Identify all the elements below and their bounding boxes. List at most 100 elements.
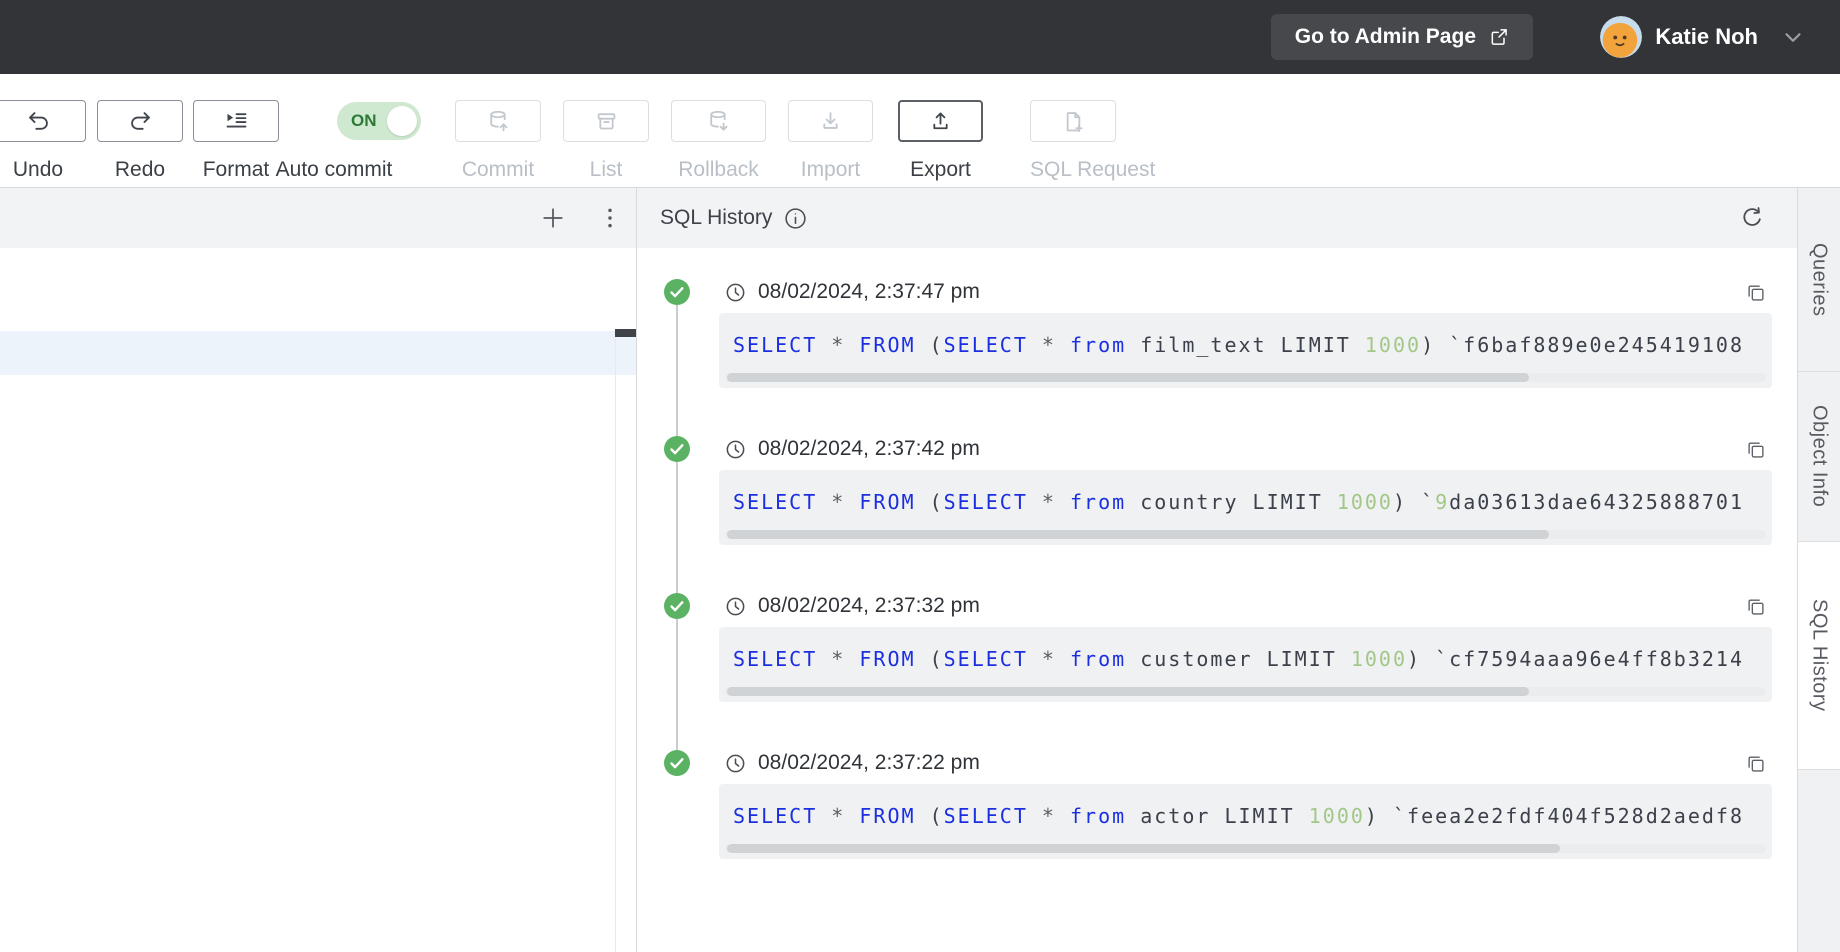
- clock-icon: [724, 752, 747, 775]
- left-panel-scrollbar-thumb[interactable]: [615, 329, 636, 337]
- success-check-icon: [663, 592, 691, 620]
- toggle-state-label: ON: [351, 111, 377, 131]
- user-avatar: [1600, 16, 1642, 58]
- clock-icon: [724, 595, 747, 618]
- toolbar-item-list: List: [563, 74, 649, 187]
- sql-history-title: SQL History: [660, 206, 772, 230]
- rollback-button: [671, 100, 766, 142]
- copy-icon[interactable]: [1745, 439, 1767, 461]
- query-scrollbar-track: [725, 373, 1766, 382]
- toggle-knob[interactable]: [387, 106, 417, 136]
- query-scrollbar-track: [725, 844, 1766, 853]
- toolbar-item-sql-request: SQL Request: [1030, 74, 1116, 187]
- tab-object-info[interactable]: Object Info: [1798, 372, 1840, 542]
- tab-label: SQL History: [1808, 599, 1831, 712]
- left-panel-header: [0, 188, 636, 248]
- query-box[interactable]: SELECT * FROM (SELECT * from customer LI…: [719, 627, 1772, 702]
- tab-sql-history[interactable]: SQL History: [1798, 542, 1840, 770]
- success-check-icon: [663, 435, 691, 463]
- toolbar: UndoRedoFormatONAuto commitCommitListRol…: [0, 74, 1840, 188]
- clock-icon: [724, 281, 747, 304]
- query-scrollbar-thumb[interactable]: [727, 687, 1529, 696]
- sql-history-list: 08/02/2024, 2:37:47 pm SELECT * FROM (SEL…: [637, 248, 1797, 952]
- chevron-down-icon: [1780, 24, 1806, 50]
- sql-request-icon: [1060, 108, 1087, 135]
- undo-icon: [25, 108, 52, 135]
- rollback-icon: [705, 108, 732, 135]
- toolbar-label-auto-commit: Auto commit: [267, 158, 401, 182]
- go-to-admin-page-button[interactable]: Go to Admin Page: [1271, 14, 1533, 60]
- toolbar-label-redo: Redo: [97, 158, 183, 182]
- info-icon[interactable]: [783, 206, 808, 231]
- redo-button[interactable]: [97, 100, 183, 142]
- commit-icon: [485, 108, 512, 135]
- format-icon: [223, 108, 250, 135]
- selected-row[interactable]: [0, 331, 636, 375]
- sql-history-entry: 08/02/2024, 2:37:22 pm SELECT * FROM (SEL…: [637, 719, 1797, 876]
- auto-commit-toggle[interactable]: ON: [337, 102, 421, 140]
- toolbar-item-rollback: Rollback: [671, 74, 766, 187]
- query-scrollbar-track: [725, 687, 1766, 696]
- clock-icon: [724, 438, 747, 461]
- query-box[interactable]: SELECT * FROM (SELECT * from actor LIMIT…: [719, 784, 1772, 859]
- sql-history-entry: 08/02/2024, 2:37:32 pm SELECT * FROM (SEL…: [637, 562, 1797, 719]
- query-text: SELECT * FROM (SELECT * from actor LIMIT…: [733, 804, 1772, 828]
- toolbar-item-auto-commit: ON Auto commit: [267, 74, 401, 187]
- sql-history-panel: SQL History 08/02/2024, 2:37:47 pm SELECT…: [637, 188, 1797, 952]
- success-check-icon: [663, 749, 691, 777]
- sql-request-button: [1030, 100, 1116, 142]
- left-panel: [0, 188, 637, 952]
- query-box[interactable]: SELECT * FROM (SELECT * from country LIM…: [719, 470, 1772, 545]
- tab-queries[interactable]: Queries: [1798, 188, 1840, 372]
- copy-icon[interactable]: [1745, 753, 1767, 775]
- sql-history-header: SQL History: [637, 188, 1797, 248]
- right-tab-strip: Queries Object Info SQL History: [1797, 188, 1840, 952]
- query-scrollbar-thumb[interactable]: [727, 373, 1529, 382]
- query-text: SELECT * FROM (SELECT * from country LIM…: [733, 490, 1772, 514]
- toolbar-label-import: Import: [788, 158, 873, 182]
- list-button: [563, 100, 649, 142]
- toolbar-item-export: Export: [898, 74, 983, 187]
- list-icon: [593, 108, 620, 135]
- app-screen: Go to Admin Page Katie Noh: [0, 0, 1840, 952]
- external-link-icon: [1489, 27, 1509, 47]
- undo-button[interactable]: [0, 100, 86, 142]
- tab-label: Queries: [1808, 243, 1831, 317]
- toolbar-label-list: List: [563, 158, 649, 182]
- refresh-icon[interactable]: [1739, 205, 1765, 231]
- sql-history-entry: 08/02/2024, 2:37:42 pm SELECT * FROM (SEL…: [637, 405, 1797, 562]
- user-name: Katie Noh: [1655, 24, 1758, 50]
- left-panel-scrollbar-track: [615, 329, 616, 952]
- entry-timestamp: 08/02/2024, 2:37:47 pm: [758, 280, 980, 304]
- toolbar-label-commit: Commit: [455, 158, 541, 182]
- entry-timestamp: 08/02/2024, 2:37:22 pm: [758, 751, 980, 775]
- sql-history-entry: 08/02/2024, 2:37:47 pm SELECT * FROM (SEL…: [637, 248, 1797, 405]
- kebab-menu-icon[interactable]: [596, 204, 624, 232]
- success-check-icon: [663, 278, 691, 306]
- copy-icon[interactable]: [1745, 282, 1767, 304]
- toolbar-label-rollback: Rollback: [671, 158, 766, 182]
- toolbar-label-undo: Undo: [0, 158, 86, 182]
- user-menu[interactable]: Katie Noh: [1600, 0, 1806, 74]
- import-icon: [817, 108, 844, 135]
- toolbar-item-commit: Commit: [455, 74, 541, 187]
- query-box[interactable]: SELECT * FROM (SELECT * from film_text L…: [719, 313, 1772, 388]
- entry-timestamp: 08/02/2024, 2:37:42 pm: [758, 437, 980, 461]
- tab-label: Object Info: [1808, 405, 1831, 507]
- query-text: SELECT * FROM (SELECT * from film_text L…: [733, 333, 1772, 357]
- query-scrollbar-thumb[interactable]: [727, 844, 1560, 853]
- toolbar-label-export: Export: [898, 158, 983, 182]
- query-text: SELECT * FROM (SELECT * from customer LI…: [733, 647, 1772, 671]
- copy-icon[interactable]: [1745, 596, 1767, 618]
- export-icon: [927, 108, 954, 135]
- import-button: [788, 100, 873, 142]
- toolbar-label-sql-request: SQL Request: [1030, 158, 1116, 182]
- toolbar-item-import: Import: [788, 74, 873, 187]
- commit-button: [455, 100, 541, 142]
- query-scrollbar-thumb[interactable]: [727, 530, 1549, 539]
- topbar: Go to Admin Page Katie Noh: [0, 0, 1840, 74]
- export-button[interactable]: [898, 100, 983, 142]
- redo-icon: [127, 108, 154, 135]
- add-tab-icon[interactable]: [539, 204, 567, 232]
- entry-timestamp: 08/02/2024, 2:37:32 pm: [758, 594, 980, 618]
